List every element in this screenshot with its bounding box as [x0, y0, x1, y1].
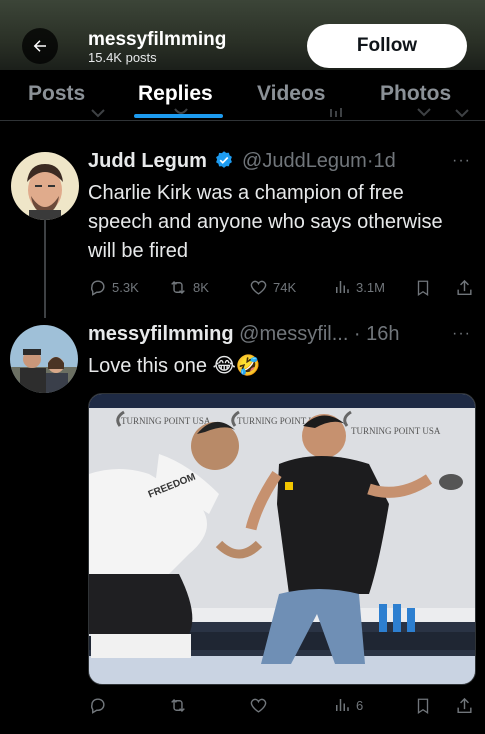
bookmark-icon	[417, 280, 429, 297]
like-icon	[250, 698, 267, 713]
more-icon[interactable]: ···	[452, 325, 471, 343]
repost-icon	[171, 280, 185, 295]
judd-legum-avatar[interactable]	[11, 152, 79, 220]
verified-badge-icon	[216, 151, 233, 168]
judd-legum-name[interactable]: Judd Legum	[88, 150, 207, 172]
more-icon[interactable]: ···	[452, 152, 471, 170]
reply-icon	[91, 280, 105, 296]
reply-post-header: messyfilmming @messyfil... · 16h	[88, 323, 400, 346]
quoted-post-time: 1d	[373, 150, 396, 172]
repost-icon	[171, 698, 185, 713]
time-separator-dot: ·	[366, 150, 374, 172]
messyfilmming-handle[interactable]: @messyfil...	[239, 323, 348, 345]
share-action[interactable]	[455, 278, 474, 298]
share-icon	[457, 279, 472, 296]
repost-action[interactable]	[168, 696, 188, 715]
views-action[interactable]: 3.1M	[333, 278, 385, 296]
reply-count: 5.3K	[112, 280, 139, 295]
emoji-reactions: 😂🤣	[212, 355, 261, 377]
like-action[interactable]: 74K	[249, 278, 296, 297]
views-count: 6	[356, 697, 364, 713]
back-button[interactable]	[22, 28, 58, 64]
reply-post-text-line: Love this one 😂🤣	[88, 352, 261, 381]
tab-videos[interactable]: Videos	[257, 82, 325, 106]
sign-text-left: TURNING POINT USA	[121, 416, 211, 426]
share-icon	[457, 697, 472, 714]
views-action[interactable]: 6	[333, 696, 363, 714]
repost-action[interactable]: 8K	[168, 278, 209, 297]
thread-connector-line	[44, 220, 46, 318]
sign-text-right: TURNING POINT USA	[351, 426, 441, 436]
tabs-divider	[0, 120, 485, 121]
reply-post-time: 16h	[366, 323, 400, 345]
reply-action[interactable]: 5.3K	[88, 278, 139, 297]
like-count: 74K	[273, 280, 297, 295]
messyfilmming-avatar[interactable]	[10, 325, 78, 393]
messyfilmming-name[interactable]: messyfilmming	[88, 323, 234, 345]
quoted-post-text: Charlie Kirk was a champion of free spee…	[88, 182, 443, 262]
reply-action[interactable]	[88, 696, 107, 715]
follow-button[interactable]: Follow	[307, 24, 467, 68]
repost-count: 8K	[193, 280, 209, 295]
post-count: 15.4K posts	[88, 50, 157, 65]
quoted-post-header: Judd Legum @JuddLegum·1d	[88, 150, 396, 173]
reply-post-text: Love this one	[88, 355, 207, 377]
reply-icon	[91, 698, 105, 714]
bookmark-action[interactable]	[414, 278, 432, 298]
share-action[interactable]	[455, 696, 474, 716]
account-name: messyfilmming	[88, 29, 227, 50]
bookmark-action[interactable]	[414, 696, 432, 716]
back-arrow-icon	[33, 40, 46, 52]
time-separator-dot: ·	[348, 323, 367, 345]
tab-posts[interactable]: Posts	[28, 82, 85, 106]
tab-photos[interactable]: Photos	[380, 82, 451, 106]
views-icon	[336, 699, 349, 711]
like-action[interactable]	[249, 696, 268, 715]
profile-header: messyfilmming 15.4K posts Follow	[0, 0, 485, 70]
like-icon	[250, 280, 267, 295]
bookmark-icon	[417, 698, 429, 715]
tab-replies[interactable]: Replies	[138, 82, 213, 106]
judd-legum-handle[interactable]: @JuddLegum	[242, 150, 367, 172]
views-icon	[336, 281, 349, 293]
reply-post-image[interactable]: TURNING POINT USA TURNING POINT USA TURN…	[88, 393, 476, 685]
views-count: 3.1M	[356, 279, 385, 295]
